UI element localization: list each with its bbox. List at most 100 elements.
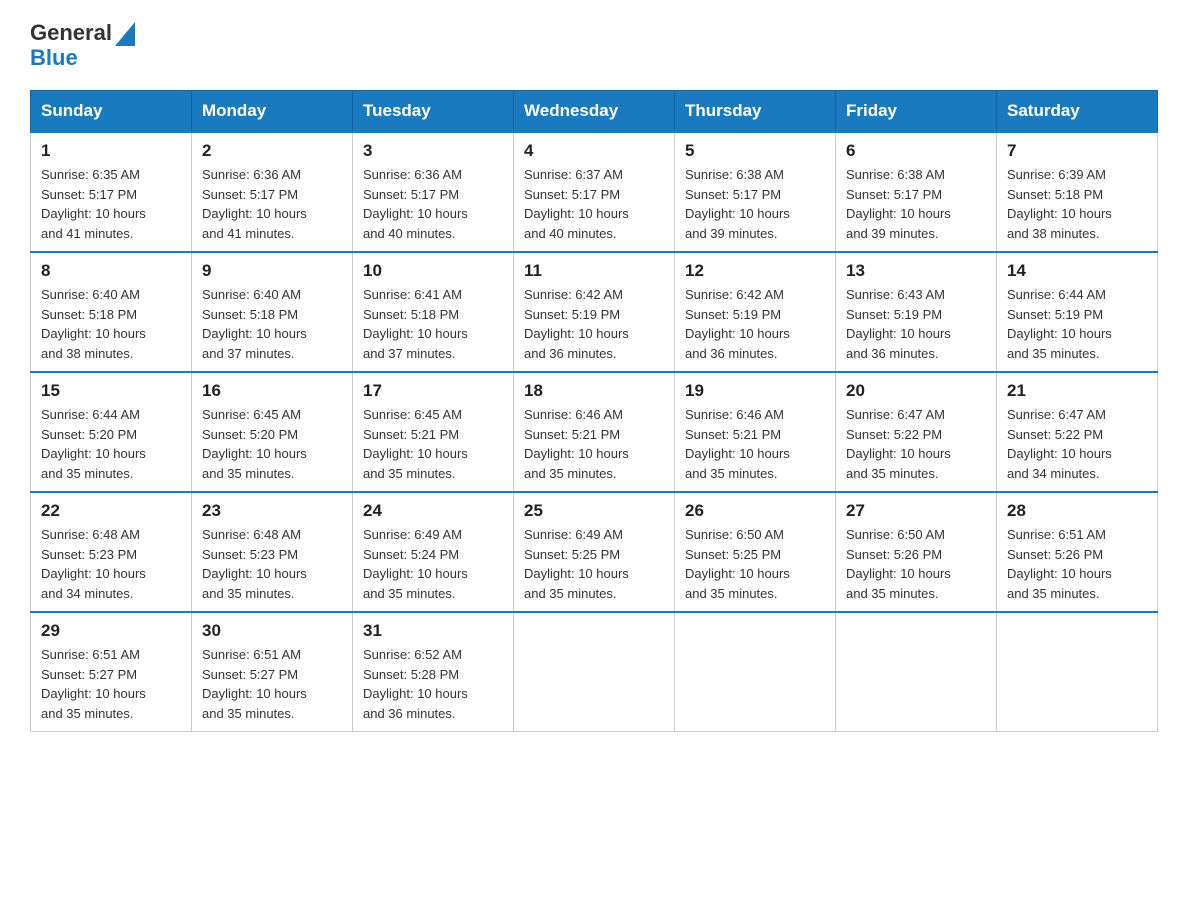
day-info: Sunrise: 6:44 AM Sunset: 5:19 PM Dayligh… [1007, 285, 1147, 363]
calendar-cell: 30 Sunrise: 6:51 AM Sunset: 5:27 PM Dayl… [192, 612, 353, 732]
calendar-week-2: 8 Sunrise: 6:40 AM Sunset: 5:18 PM Dayli… [31, 252, 1158, 372]
calendar-cell: 12 Sunrise: 6:42 AM Sunset: 5:19 PM Dayl… [675, 252, 836, 372]
day-number: 1 [41, 141, 181, 161]
day-info: Sunrise: 6:45 AM Sunset: 5:21 PM Dayligh… [363, 405, 503, 483]
calendar-week-4: 22 Sunrise: 6:48 AM Sunset: 5:23 PM Dayl… [31, 492, 1158, 612]
day-number: 3 [363, 141, 503, 161]
calendar-cell: 6 Sunrise: 6:38 AM Sunset: 5:17 PM Dayli… [836, 132, 997, 252]
calendar-cell: 3 Sunrise: 6:36 AM Sunset: 5:17 PM Dayli… [353, 132, 514, 252]
day-info: Sunrise: 6:38 AM Sunset: 5:17 PM Dayligh… [685, 165, 825, 243]
day-number: 9 [202, 261, 342, 281]
day-info: Sunrise: 6:36 AM Sunset: 5:17 PM Dayligh… [202, 165, 342, 243]
logo-text-blue: Blue [30, 46, 135, 70]
day-info: Sunrise: 6:38 AM Sunset: 5:17 PM Dayligh… [846, 165, 986, 243]
header-day-thursday: Thursday [675, 91, 836, 133]
day-number: 14 [1007, 261, 1147, 281]
day-number: 2 [202, 141, 342, 161]
calendar-cell: 25 Sunrise: 6:49 AM Sunset: 5:25 PM Dayl… [514, 492, 675, 612]
header-day-monday: Monday [192, 91, 353, 133]
day-info: Sunrise: 6:49 AM Sunset: 5:25 PM Dayligh… [524, 525, 664, 603]
day-number: 15 [41, 381, 181, 401]
calendar-cell: 31 Sunrise: 6:52 AM Sunset: 5:28 PM Dayl… [353, 612, 514, 732]
day-info: Sunrise: 6:40 AM Sunset: 5:18 PM Dayligh… [202, 285, 342, 363]
day-info: Sunrise: 6:47 AM Sunset: 5:22 PM Dayligh… [846, 405, 986, 483]
calendar-cell: 4 Sunrise: 6:37 AM Sunset: 5:17 PM Dayli… [514, 132, 675, 252]
day-info: Sunrise: 6:35 AM Sunset: 5:17 PM Dayligh… [41, 165, 181, 243]
day-number: 31 [363, 621, 503, 641]
calendar-cell: 8 Sunrise: 6:40 AM Sunset: 5:18 PM Dayli… [31, 252, 192, 372]
day-info: Sunrise: 6:43 AM Sunset: 5:19 PM Dayligh… [846, 285, 986, 363]
calendar-cell: 20 Sunrise: 6:47 AM Sunset: 5:22 PM Dayl… [836, 372, 997, 492]
day-info: Sunrise: 6:50 AM Sunset: 5:26 PM Dayligh… [846, 525, 986, 603]
calendar-cell: 10 Sunrise: 6:41 AM Sunset: 5:18 PM Dayl… [353, 252, 514, 372]
calendar-cell [997, 612, 1158, 732]
day-number: 13 [846, 261, 986, 281]
day-number: 17 [363, 381, 503, 401]
calendar-cell [514, 612, 675, 732]
day-info: Sunrise: 6:52 AM Sunset: 5:28 PM Dayligh… [363, 645, 503, 723]
day-number: 29 [41, 621, 181, 641]
day-number: 11 [524, 261, 664, 281]
calendar-cell: 1 Sunrise: 6:35 AM Sunset: 5:17 PM Dayli… [31, 132, 192, 252]
day-number: 10 [363, 261, 503, 281]
day-info: Sunrise: 6:41 AM Sunset: 5:18 PM Dayligh… [363, 285, 503, 363]
day-number: 19 [685, 381, 825, 401]
calendar-cell: 26 Sunrise: 6:50 AM Sunset: 5:25 PM Dayl… [675, 492, 836, 612]
day-info: Sunrise: 6:40 AM Sunset: 5:18 PM Dayligh… [41, 285, 181, 363]
logo-text-general: General [30, 21, 112, 45]
day-number: 28 [1007, 501, 1147, 521]
day-info: Sunrise: 6:36 AM Sunset: 5:17 PM Dayligh… [363, 165, 503, 243]
day-info: Sunrise: 6:46 AM Sunset: 5:21 PM Dayligh… [685, 405, 825, 483]
day-info: Sunrise: 6:42 AM Sunset: 5:19 PM Dayligh… [524, 285, 664, 363]
day-info: Sunrise: 6:51 AM Sunset: 5:27 PM Dayligh… [202, 645, 342, 723]
day-info: Sunrise: 6:39 AM Sunset: 5:18 PM Dayligh… [1007, 165, 1147, 243]
day-number: 20 [846, 381, 986, 401]
header-day-sunday: Sunday [31, 91, 192, 133]
day-info: Sunrise: 6:48 AM Sunset: 5:23 PM Dayligh… [202, 525, 342, 603]
calendar-cell: 14 Sunrise: 6:44 AM Sunset: 5:19 PM Dayl… [997, 252, 1158, 372]
day-number: 16 [202, 381, 342, 401]
calendar-cell [675, 612, 836, 732]
calendar-cell: 2 Sunrise: 6:36 AM Sunset: 5:17 PM Dayli… [192, 132, 353, 252]
day-info: Sunrise: 6:48 AM Sunset: 5:23 PM Dayligh… [41, 525, 181, 603]
calendar-cell: 18 Sunrise: 6:46 AM Sunset: 5:21 PM Dayl… [514, 372, 675, 492]
calendar-cell: 9 Sunrise: 6:40 AM Sunset: 5:18 PM Dayli… [192, 252, 353, 372]
day-info: Sunrise: 6:51 AM Sunset: 5:27 PM Dayligh… [41, 645, 181, 723]
calendar-cell: 16 Sunrise: 6:45 AM Sunset: 5:20 PM Dayl… [192, 372, 353, 492]
calendar-cell: 28 Sunrise: 6:51 AM Sunset: 5:26 PM Dayl… [997, 492, 1158, 612]
header-day-friday: Friday [836, 91, 997, 133]
calendar-cell: 15 Sunrise: 6:44 AM Sunset: 5:20 PM Dayl… [31, 372, 192, 492]
calendar-body: 1 Sunrise: 6:35 AM Sunset: 5:17 PM Dayli… [31, 132, 1158, 732]
day-number: 24 [363, 501, 503, 521]
day-number: 8 [41, 261, 181, 281]
calendar-cell: 5 Sunrise: 6:38 AM Sunset: 5:17 PM Dayli… [675, 132, 836, 252]
day-info: Sunrise: 6:47 AM Sunset: 5:22 PM Dayligh… [1007, 405, 1147, 483]
calendar-cell: 17 Sunrise: 6:45 AM Sunset: 5:21 PM Dayl… [353, 372, 514, 492]
calendar-week-3: 15 Sunrise: 6:44 AM Sunset: 5:20 PM Dayl… [31, 372, 1158, 492]
calendar-header: SundayMondayTuesdayWednesdayThursdayFrid… [31, 91, 1158, 133]
day-info: Sunrise: 6:46 AM Sunset: 5:21 PM Dayligh… [524, 405, 664, 483]
calendar-cell: 29 Sunrise: 6:51 AM Sunset: 5:27 PM Dayl… [31, 612, 192, 732]
page-header: General Blue [30, 20, 1158, 70]
calendar-cell: 22 Sunrise: 6:48 AM Sunset: 5:23 PM Dayl… [31, 492, 192, 612]
calendar-cell: 7 Sunrise: 6:39 AM Sunset: 5:18 PM Dayli… [997, 132, 1158, 252]
day-number: 23 [202, 501, 342, 521]
calendar-cell: 21 Sunrise: 6:47 AM Sunset: 5:22 PM Dayl… [997, 372, 1158, 492]
day-info: Sunrise: 6:42 AM Sunset: 5:19 PM Dayligh… [685, 285, 825, 363]
day-info: Sunrise: 6:45 AM Sunset: 5:20 PM Dayligh… [202, 405, 342, 483]
calendar-cell: 13 Sunrise: 6:43 AM Sunset: 5:19 PM Dayl… [836, 252, 997, 372]
calendar-cell: 19 Sunrise: 6:46 AM Sunset: 5:21 PM Dayl… [675, 372, 836, 492]
calendar-week-1: 1 Sunrise: 6:35 AM Sunset: 5:17 PM Dayli… [31, 132, 1158, 252]
calendar-cell: 27 Sunrise: 6:50 AM Sunset: 5:26 PM Dayl… [836, 492, 997, 612]
day-info: Sunrise: 6:50 AM Sunset: 5:25 PM Dayligh… [685, 525, 825, 603]
day-number: 27 [846, 501, 986, 521]
calendar-cell: 11 Sunrise: 6:42 AM Sunset: 5:19 PM Dayl… [514, 252, 675, 372]
header-day-saturday: Saturday [997, 91, 1158, 133]
day-info: Sunrise: 6:49 AM Sunset: 5:24 PM Dayligh… [363, 525, 503, 603]
calendar-cell: 23 Sunrise: 6:48 AM Sunset: 5:23 PM Dayl… [192, 492, 353, 612]
day-number: 7 [1007, 141, 1147, 161]
day-number: 26 [685, 501, 825, 521]
header-day-tuesday: Tuesday [353, 91, 514, 133]
calendar-table: SundayMondayTuesdayWednesdayThursdayFrid… [30, 90, 1158, 732]
logo: General Blue [30, 20, 135, 70]
